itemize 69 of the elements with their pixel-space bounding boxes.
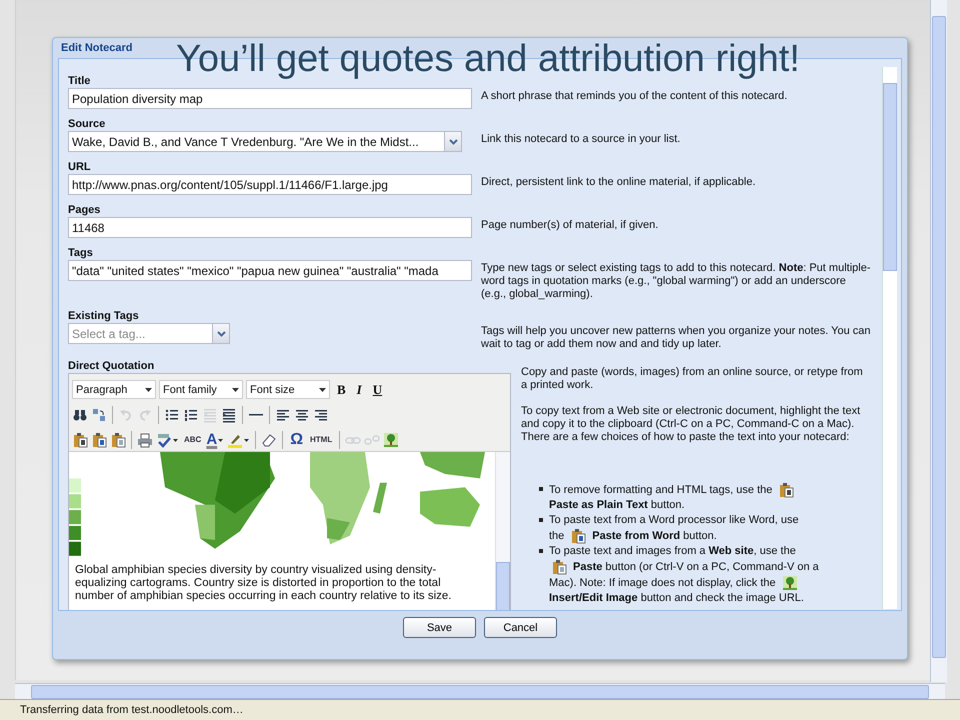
help-text: Type new tags or select existing tags to add to this notecard. Note: Put multiple-word tags in quotation marks (e.g., "global warming") or add an underscore (e.g., global_warming). — [480, 261, 871, 301]
help-text: Paste button (or Ctrl-V on a PC, Command-V on a — [573, 560, 819, 574]
scrollbar[interactable] — [495, 452, 510, 610]
save-button[interactable]: Save — [403, 617, 476, 638]
image-icon — [782, 575, 798, 591]
help-text: To remove formatting and HTML tags, use the — [549, 482, 772, 498]
help-text: A short phrase that reminds you of the content of this notecard. — [480, 89, 788, 104]
paste-text-icon[interactable] — [72, 432, 88, 448]
field-label: URL — [68, 161, 92, 174]
format-dropdown[interactable]: Font size — [246, 380, 330, 399]
headline: You’ll get quotes and attribution right! — [176, 38, 800, 81]
status-bar-text: Transferring data from test.noodletools.com… — [0, 699, 960, 720]
underline-button[interactable]: U — [368, 382, 386, 398]
scrollbar[interactable] — [882, 67, 897, 609]
help-text: Tags will help you uncover new patterns when you organize your notes. You can wait to tag or add them now and and tidy up later. — [480, 324, 871, 351]
help-text: the — [549, 528, 564, 544]
help-text: Page number(s) of material, if given. — [480, 218, 658, 233]
paste-icon — [551, 559, 567, 575]
dropdown-field[interactable]: Select a tag... — [68, 323, 230, 344]
italic-button[interactable]: I — [352, 382, 366, 398]
input-field[interactable]: Population diversity map — [68, 88, 472, 109]
field-label: Tags — [68, 247, 94, 260]
input-field[interactable]: 11468 — [68, 217, 472, 238]
paste-word-icon — [570, 528, 586, 544]
dropdown-field[interactable]: Wake, David B., and Vance T Vredenburg. "Are We in the Midst... — [68, 131, 462, 152]
field-label: Existing Tags — [68, 310, 140, 323]
bullet-icon — [539, 487, 543, 491]
help-text: Paste from Word button. — [592, 528, 717, 544]
toolbar-button[interactable]: ABC — [182, 435, 204, 444]
help-text: Mac). Note: If image does not display, click the — [549, 576, 776, 590]
toolbar-button[interactable]: HTML — [308, 435, 334, 444]
eraser-icon[interactable] — [261, 432, 278, 448]
cancel-button[interactable]: Cancel — [484, 617, 557, 638]
help-text: Paste as Plain Text button. — [549, 498, 685, 513]
help-text: Direct, persistent link to the online material, if applicable. — [480, 175, 756, 190]
paste-word-icon[interactable] — [91, 432, 107, 448]
field-label: Source — [68, 118, 106, 131]
replace-icon[interactable] — [91, 406, 107, 422]
format-dropdown[interactable]: Font family — [159, 380, 243, 399]
help-text: Insert/Edit Image button and check the image URL. — [549, 591, 804, 606]
help-text: To copy text from a Web site or electronic document, highlight the text and copy it to the clipboard (Ctrl-C on a PC, Command-C on a Mac). There are a few choices of how to paste the text into your notecard: — [521, 405, 862, 444]
field-label: Pages — [68, 204, 102, 217]
field-label: Direct Quotation — [68, 360, 156, 373]
help-text: Link this notecard to a source in your list. — [480, 132, 680, 147]
caret-icon — [448, 138, 458, 144]
spellcheck-icon[interactable] — [156, 432, 172, 448]
toolbar-button[interactable]: Ω — [288, 430, 306, 448]
indent-icon[interactable] — [221, 406, 237, 422]
help-text: To paste text from a Word processor like Word, use — [549, 513, 799, 528]
bullet-icon — [539, 518, 543, 522]
help-text: To paste text and images from a Web site, use the — [549, 544, 796, 559]
quotation-text: Global amphibian species diversity by country visualized using density-equalizing cartograms. Country size is distorted in proportion to the total number of amphibian species occurring in each country relative to its size. — [74, 563, 452, 603]
input-field[interactable]: "data" "united states" "mexico" "papua new guinea" "australia" "mada — [68, 260, 472, 281]
text-color-button[interactable]: A — [206, 431, 218, 448]
paste-text-icon — [778, 482, 794, 498]
image-icon[interactable] — [383, 432, 400, 448]
bullet-icon — [539, 549, 543, 553]
caret-icon — [216, 330, 226, 336]
paste-icon[interactable] — [110, 432, 126, 448]
printer-icon[interactable] — [137, 432, 153, 448]
rich-text-editor[interactable] — [68, 373, 511, 610]
help-text: Copy and paste (words, images) from an online source, or retype from a printed work. — [521, 366, 864, 392]
input-field[interactable]: http://www.pnas.org/content/105/suppl.1/11466/F1.large.jpg — [68, 174, 472, 195]
dialog-title: Edit Notecard — [60, 42, 133, 56]
format-dropdown[interactable]: Paragraph — [72, 380, 156, 399]
scrollbar[interactable] — [930, 0, 947, 682]
field-label: Title — [68, 75, 92, 88]
bold-button[interactable]: B — [333, 382, 350, 398]
scrollbar[interactable] — [15, 683, 945, 699]
